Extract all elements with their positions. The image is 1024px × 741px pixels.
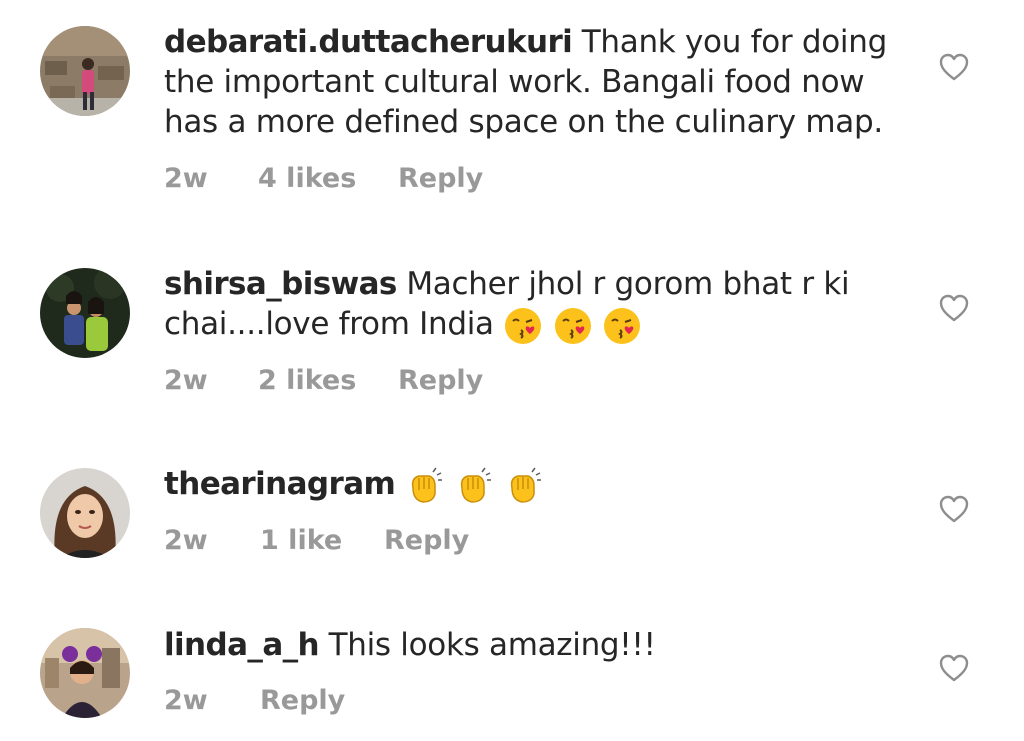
comment-line: has a more defined space on the culinary…	[164, 104, 883, 140]
heart-icon[interactable]	[938, 494, 970, 524]
username[interactable]: thearinagram	[164, 466, 396, 502]
emoji-group	[405, 465, 544, 507]
comment-text: debarati.duttacherukuri Thank you for do…	[164, 22, 904, 142]
comment-text: linda_a_h This looks amazing!!!	[164, 625, 904, 665]
face-blowing-kiss-icon	[604, 308, 641, 345]
face-blowing-kiss-icon	[554, 308, 591, 345]
username[interactable]: shirsa_biswas	[164, 266, 397, 302]
username[interactable]: debarati.duttacherukuri	[164, 24, 573, 60]
comment-line: This looks amazing!!!	[328, 627, 656, 663]
clapping-hands-icon	[411, 467, 442, 504]
likes-count[interactable]: 2 likes	[258, 365, 398, 396]
comment-item: thearinagram 2w 1 like Reply	[0, 430, 1024, 610]
avatar-image	[40, 468, 130, 558]
comment-meta: 2w Reply	[164, 682, 345, 718]
timestamp: 2w	[164, 684, 208, 716]
timestamp: 2w	[164, 162, 208, 194]
avatar[interactable]	[40, 26, 130, 116]
avatar-image	[40, 628, 130, 718]
comment-line: Thank you for doing	[581, 24, 888, 60]
face-blowing-kiss-icon	[505, 308, 542, 345]
timestamp: 2w	[164, 364, 208, 396]
clapping-hands-icon	[510, 467, 541, 504]
emoji-group	[503, 305, 642, 347]
comment-item: shirsa_biswas Macher jhol r gorom bhat r…	[0, 230, 1024, 430]
avatar-image	[40, 26, 130, 116]
avatar[interactable]	[40, 628, 130, 718]
heart-icon[interactable]	[938, 293, 970, 323]
comment-text: shirsa_biswas Macher jhol r gorom bhat r…	[164, 264, 904, 346]
reply-button[interactable]: Reply	[398, 365, 483, 396]
avatar[interactable]	[40, 468, 130, 558]
likes-count[interactable]: 1 like	[260, 525, 384, 556]
comment-line: chai....love from India	[164, 306, 494, 342]
heart-icon[interactable]	[938, 52, 970, 82]
likes-count[interactable]: 4 likes	[258, 163, 398, 194]
avatar-image	[40, 268, 130, 358]
timestamp: 2w	[164, 524, 208, 556]
comment-meta: 2w 1 like Reply	[164, 522, 469, 558]
comment-meta: 2w 2 likes Reply	[164, 362, 483, 398]
clapping-hands-icon	[461, 467, 492, 504]
comment-text: thearinagram	[164, 464, 904, 506]
comment-item: linda_a_h This looks amazing!!! 2w Reply	[0, 610, 1024, 741]
reply-button[interactable]: Reply	[260, 685, 345, 716]
reply-button[interactable]: Reply	[384, 525, 469, 556]
username[interactable]: linda_a_h	[164, 627, 320, 663]
reply-button[interactable]: Reply	[398, 163, 483, 194]
avatar[interactable]	[40, 268, 130, 358]
heart-icon[interactable]	[938, 653, 970, 683]
comment-item: debarati.duttacherukuri Thank you for do…	[0, 0, 1024, 230]
comment-line: Macher jhol r gorom bhat r ki	[406, 266, 850, 302]
comment-meta: 2w 4 likes Reply	[164, 160, 483, 196]
comment-line: the important cultural work. Bangali foo…	[164, 64, 865, 100]
